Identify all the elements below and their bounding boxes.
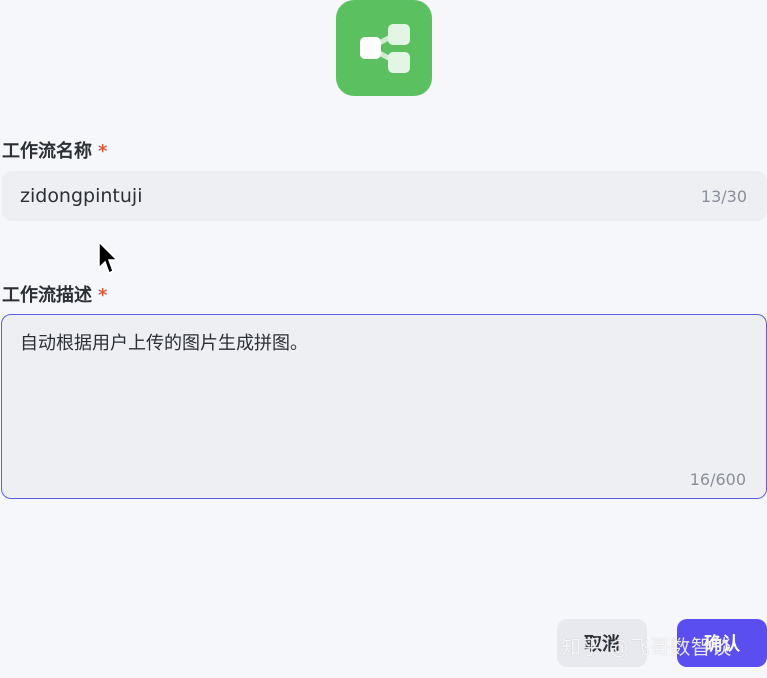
workflow-name-label-text: 工作流名称 <box>2 141 92 162</box>
mouse-cursor-icon <box>98 241 119 275</box>
workflow-description-label-text: 工作流描述 <box>2 285 92 306</box>
workflow-description-counter: 16/600 <box>689 470 746 489</box>
create-workflow-dialog: 工作流名称 * 13/30 工作流描述 * 自动根据用户上传的图片生成拼图。 16/… <box>0 0 767 678</box>
workflow-name-input[interactable] <box>20 185 701 207</box>
workflow-description-label: 工作流描述 * <box>2 281 107 307</box>
workflow-description-field[interactable]: 自动根据用户上传的图片生成拼图。 16/600 <box>1 314 767 499</box>
workflow-description-textarea[interactable]: 自动根据用户上传的图片生成拼图。 <box>20 329 748 459</box>
required-mark: * <box>98 141 108 162</box>
cancel-button[interactable]: 取消 <box>557 619 647 667</box>
workflow-name-counter: 13/30 <box>700 186 747 206</box>
required-mark: * <box>98 285 108 306</box>
workflow-name-field[interactable]: 13/30 <box>2 171 767 221</box>
workflow-icon <box>336 0 432 96</box>
confirm-button[interactable]: 确认 <box>677 619 767 667</box>
workflow-name-label: 工作流名称 * <box>2 137 107 163</box>
